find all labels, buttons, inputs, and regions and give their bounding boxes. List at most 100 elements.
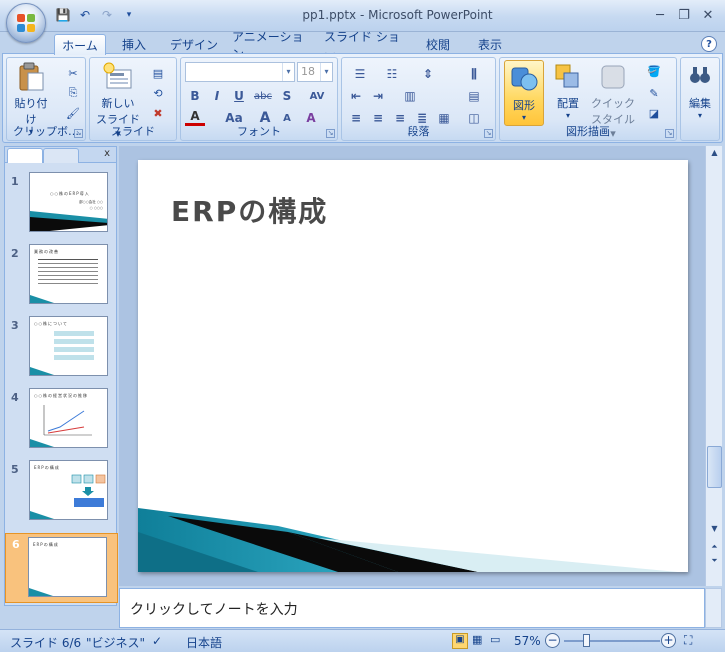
group-slides: 新しい スライド ▾ ▤ ⟲ ✖ スライド — [89, 57, 177, 141]
slide-thumbnail-1[interactable]: 1 ○○株のERP導入 部○○会社 ○○ ○ ○○○ — [5, 171, 118, 241]
outline-tab[interactable] — [43, 148, 79, 163]
paste-icon — [19, 62, 44, 91]
notes-placeholder: クリックしてノートを入力 — [130, 602, 298, 618]
zoom-slider-track[interactable] — [564, 640, 660, 642]
reset-icon[interactable]: ⟲ — [148, 84, 168, 102]
group-paragraph: ☰ ☷ ⇕ ⫼ ⇤ ⇥ ▥ ▤ ≡ ≡ ≡ ≣ ▦ ◫ 段落 ↘ — [341, 57, 496, 141]
bold-button[interactable]: B — [185, 86, 205, 106]
help-icon[interactable]: ? — [701, 36, 717, 52]
zoom-in-button[interactable]: + — [661, 633, 676, 648]
slide-count: スライド 6/6 — [10, 636, 82, 650]
theme-name: "ビジネス" — [86, 636, 146, 650]
font-size-dropdown-icon[interactable]: ▾ — [320, 63, 332, 81]
copy-icon[interactable]: ⎘ — [63, 84, 83, 102]
tab-view[interactable]: 表示 — [468, 34, 512, 55]
slide-thumbnail-4[interactable]: 4 ○○株の経営状況の推移 — [5, 387, 118, 457]
current-slide[interactable]: ERPの構成 — [138, 160, 688, 572]
shape-fill-icon[interactable]: 🪣 — [640, 62, 668, 80]
font-name-dropdown-icon[interactable]: ▾ — [282, 63, 294, 81]
fit-to-window-icon[interactable]: ⛶ — [684, 633, 692, 648]
group-drawing: 図形 ▾ 配置 ▾ クイック スタイル ▾ 🪣 ✎ ◪ 図形描画 ↘ — [499, 57, 677, 141]
language[interactable]: 日本語 — [186, 634, 222, 651]
shapes-button[interactable]: 図形 ▾ — [504, 60, 544, 126]
minimize-button[interactable]: ─ — [649, 6, 671, 24]
clipboard-launcher-icon[interactable]: ↘ — [74, 129, 83, 138]
zoom-level[interactable]: 57% — [514, 634, 541, 648]
shadow-button[interactable]: S — [277, 86, 297, 106]
align-text-icon[interactable]: ▤ — [464, 86, 484, 106]
next-slide-icon[interactable]: ⏷ — [707, 556, 722, 566]
slides-tab[interactable] — [7, 148, 43, 163]
tab-animation[interactable]: アニメーション — [232, 30, 314, 61]
bullets-icon[interactable]: ☰ — [346, 64, 374, 84]
notes-pane[interactable]: クリックしてノートを入力 — [119, 588, 705, 628]
new-slide-icon — [103, 62, 132, 89]
group-label-font: フォント — [237, 125, 281, 138]
tab-home[interactable]: ホーム — [54, 34, 106, 55]
normal-view-icon[interactable]: ▣ — [452, 633, 468, 649]
window-title: pp1.pptx - Microsoft PowerPoint — [302, 8, 493, 22]
scroll-up-icon[interactable]: ▲ — [707, 148, 722, 157]
character-spacing-button[interactable]: AV — [303, 86, 331, 106]
group-clipboard: 貼り付け ▾ ✂ ⎘ 🖌 クリップボ… ↘ — [6, 57, 86, 141]
close-button[interactable]: ✕ — [697, 6, 719, 24]
slide-thumbnail-6[interactable]: 6 ERPの構成 — [5, 533, 118, 603]
binoculars-icon — [690, 67, 710, 83]
strikethrough-button[interactable]: abc — [253, 86, 273, 106]
slide-scrollbar[interactable]: ▲ ▼ ⏶ ⏷ — [705, 146, 722, 586]
format-painter-icon[interactable]: 🖌 — [63, 104, 83, 122]
ribbon-tabs: ホーム 挿入 デザイン アニメーション スライド ショー 校閲 表示 ? — [0, 30, 725, 61]
slide-thumbnail-3[interactable]: 3 ○○株について — [5, 315, 118, 385]
tab-review[interactable]: 校閲 — [416, 34, 460, 55]
arrange-button[interactable]: 配置 ▾ — [548, 62, 588, 120]
shapes-icon — [511, 67, 538, 91]
tab-insert[interactable]: 挿入 — [112, 34, 156, 55]
slide-sorter-icon[interactable]: ▦ — [472, 633, 482, 646]
shape-effects-icon[interactable]: ◪ — [640, 104, 668, 122]
previous-slide-icon[interactable]: ⏶ — [707, 542, 722, 552]
line-spacing-icon[interactable]: ⇕ — [414, 64, 442, 84]
font-name-combo[interactable]: ▾ — [185, 62, 295, 82]
zoom-slider-thumb[interactable] — [583, 634, 590, 647]
restore-button[interactable]: ❐ — [673, 6, 695, 24]
font-size-combo[interactable]: 18 ▾ — [297, 62, 333, 82]
zoom-out-button[interactable]: − — [545, 633, 560, 648]
scroll-down-icon[interactable]: ▼ — [707, 524, 722, 533]
layout-icon[interactable]: ▤ — [148, 64, 168, 82]
columns-icon[interactable]: ▥ — [396, 86, 424, 106]
decrease-indent-icon[interactable]: ⇤ — [346, 86, 366, 106]
slide-decoration — [138, 508, 678, 572]
slide-thumbnail-2[interactable]: 2 業務の改善 — [5, 243, 118, 313]
numbering-icon[interactable]: ☷ — [378, 64, 406, 84]
notes-scrollbar[interactable] — [705, 588, 722, 628]
office-button[interactable] — [6, 3, 46, 43]
tab-slideshow[interactable]: スライド ショー — [324, 30, 406, 61]
underline-button[interactable]: U — [229, 86, 249, 106]
font-size-value: 18 — [301, 65, 315, 78]
ribbon: 貼り付け ▾ ✂ ⎘ 🖌 クリップボ… ↘ 新しい スライド ▾ ▤ ⟲ ✖ ス… — [2, 53, 723, 143]
increase-indent-icon[interactable]: ⇥ — [368, 86, 388, 106]
quick-styles-icon — [601, 65, 625, 89]
slideshow-icon[interactable]: ▭ — [490, 633, 500, 646]
tab-design[interactable]: デザイン — [166, 34, 222, 55]
spellcheck-icon[interactable]: ✓ — [152, 634, 162, 648]
paragraph-launcher-icon[interactable]: ↘ — [484, 129, 493, 138]
pane-close-icon[interactable]: x — [104, 148, 110, 159]
slide-thumbnail-5[interactable]: 5 ERPの構成 — [5, 459, 118, 529]
editing-button[interactable]: 編集 ▾ — [683, 64, 717, 120]
arrange-icon — [555, 64, 579, 88]
shape-outline-icon[interactable]: ✎ — [640, 84, 668, 102]
text-direction-icon[interactable]: ⫼ — [460, 64, 488, 84]
scroll-thumb[interactable] — [707, 446, 722, 488]
group-label-paragraph: 段落 — [407, 125, 430, 138]
drawing-launcher-icon[interactable]: ↘ — [665, 129, 674, 138]
italic-button[interactable]: I — [207, 86, 227, 106]
office-logo-icon — [17, 14, 35, 32]
slides-pane: x 1 ○○株のERP導入 部○○会社 ○○ ○ ○○○ 2 業務の改善 3 ○… — [4, 146, 118, 606]
delete-slide-icon[interactable]: ✖ — [148, 104, 168, 122]
cut-icon[interactable]: ✂ — [63, 64, 83, 82]
font-launcher-icon[interactable]: ↘ — [326, 129, 335, 138]
group-editing: 編集 ▾ — [680, 57, 720, 141]
group-label-drawing: 図形描画 — [566, 125, 610, 138]
group-label-slides: スライド — [111, 125, 155, 138]
